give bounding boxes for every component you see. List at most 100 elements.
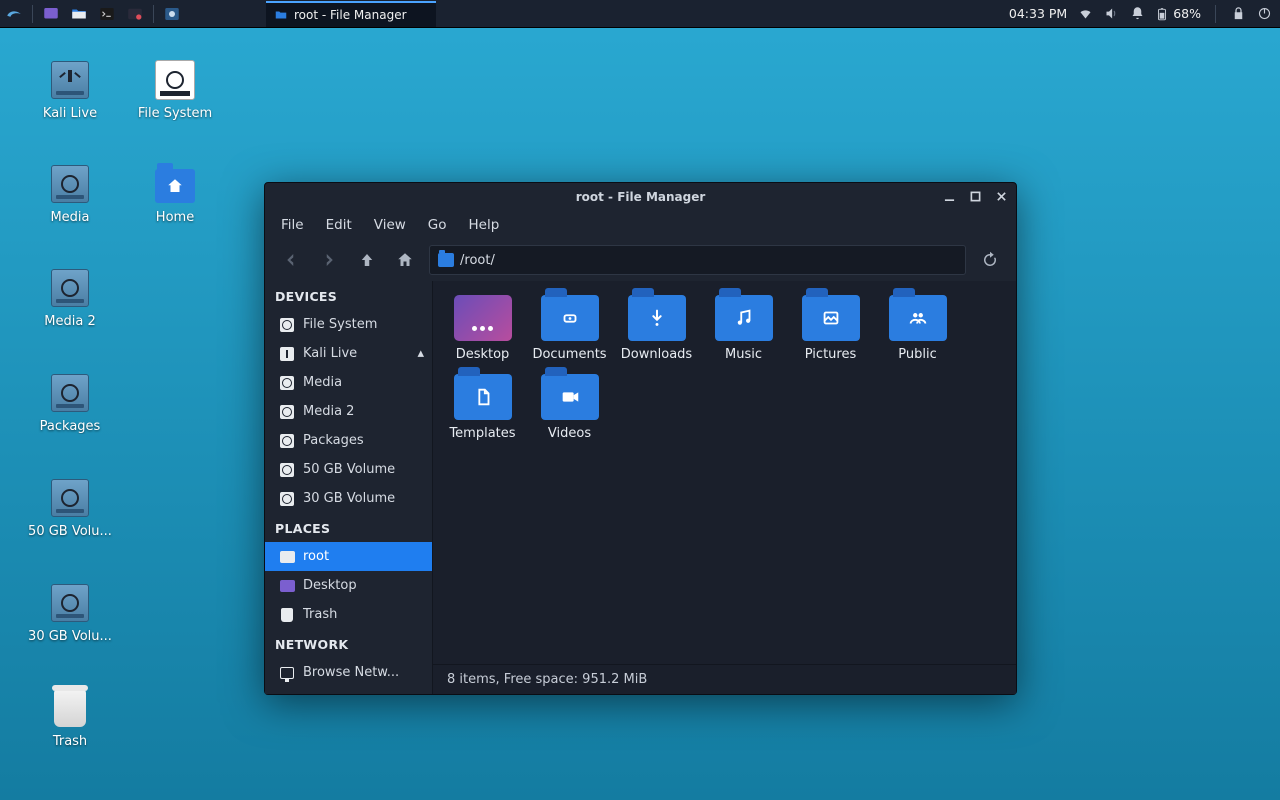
power-icon[interactable]	[1256, 6, 1272, 22]
launcher-files-icon[interactable]	[66, 1, 92, 27]
folder-label: Downloads	[613, 347, 700, 362]
desktop-icon-packages[interactable]: Packages	[20, 371, 120, 434]
fold-icon	[279, 549, 295, 565]
battery-indicator[interactable]: 68%	[1155, 6, 1201, 21]
folder-music[interactable]: Music	[700, 295, 787, 362]
folder-public[interactable]: Public	[874, 295, 961, 362]
folder-label: Public	[874, 347, 961, 362]
folder-label: Desktop	[439, 347, 526, 362]
sidebar-item-label: Kali Live	[303, 346, 357, 361]
sidebar-item-label: Browse Netw...	[303, 665, 399, 680]
sidebar-item-label: Media 2	[303, 404, 354, 419]
lock-icon[interactable]	[1230, 6, 1246, 22]
folder-downloads[interactable]: Downloads	[613, 295, 700, 362]
desktop-icon-50-gb-volu-[interactable]: 50 GB Volu...	[20, 476, 120, 539]
launcher-terminal-icon[interactable]	[94, 1, 120, 27]
folder-label: Templates	[439, 426, 526, 441]
desktop-icon-media-2[interactable]: Media 2	[20, 266, 120, 329]
desktop-icon-media[interactable]: Media	[20, 162, 120, 225]
desktop-icon-label: Packages	[20, 419, 120, 434]
home-icon	[153, 162, 197, 206]
sidebar-item-label: 50 GB Volume	[303, 462, 395, 477]
desktop-icon-kali-live[interactable]: Kali Live	[20, 58, 120, 121]
sidebar-heading: PLACES	[265, 513, 432, 542]
menu-file[interactable]: File	[281, 217, 304, 233]
menu-view[interactable]: View	[374, 217, 406, 233]
sidebar-item-root[interactable]: root	[265, 542, 432, 571]
status-bar: 8 items, Free space: 951.2 MiB	[433, 664, 1016, 694]
desktop-icon-trash[interactable]: Trash	[20, 686, 120, 749]
nav-home-button[interactable]	[391, 246, 419, 274]
launcher-kazam-icon[interactable]	[122, 1, 148, 27]
window-minimize-button[interactable]	[940, 187, 958, 205]
window-maximize-button[interactable]	[966, 187, 984, 205]
volume-icon[interactable]	[1103, 6, 1119, 22]
path-text: /root/	[460, 253, 495, 268]
folder-desktop[interactable]: Desktop	[439, 295, 526, 362]
folder-templates[interactable]: Templates	[439, 374, 526, 441]
sidebar-item-packages[interactable]: Packages	[265, 426, 432, 455]
folder-icon	[438, 253, 454, 267]
disc-icon	[279, 317, 295, 333]
folder-documents[interactable]: Documents	[526, 295, 613, 362]
separator	[153, 5, 154, 23]
eject-icon[interactable]: ▴	[417, 346, 424, 361]
menu-help[interactable]: Help	[469, 217, 500, 233]
separator	[32, 5, 33, 23]
notifications-icon[interactable]	[1129, 6, 1145, 22]
sidebar-item-file-system[interactable]: File System	[265, 310, 432, 339]
menubar: File Edit View Go Help	[265, 211, 1016, 239]
reload-button[interactable]	[976, 246, 1004, 274]
menu-kali-icon[interactable]	[1, 1, 27, 27]
drive-icon	[48, 371, 92, 415]
status-text: 8 items, Free space: 951.2 MiB	[447, 672, 647, 687]
usb-icon	[279, 346, 295, 362]
sidebar: DEVICESFile SystemKali Live▴MediaMedia 2…	[265, 281, 433, 694]
desktop[interactable]: Trash 30 GB Volu... 50 GB Volu... Packages M…	[0, 28, 1280, 800]
desktop-icon-label: Media 2	[20, 314, 120, 329]
nav-forward-button[interactable]	[315, 246, 343, 274]
nav-back-button[interactable]	[277, 246, 305, 274]
sidebar-item-browse-netw-[interactable]: Browse Netw...	[265, 658, 432, 687]
trash-icon	[48, 686, 92, 730]
folder-icon	[454, 295, 512, 341]
sidebar-item-trash[interactable]: Trash	[265, 600, 432, 629]
desktop-icon-30-gb-volu-[interactable]: 30 GB Volu...	[20, 581, 120, 644]
launcher-desktop-icon[interactable]	[38, 1, 64, 27]
sidebar-item-kali-live[interactable]: Kali Live ▴	[265, 339, 432, 368]
sidebar-item-50-gb-volume[interactable]: 50 GB Volume	[265, 455, 432, 484]
launcher-app-icon[interactable]	[159, 1, 185, 27]
sidebar-heading: NETWORK	[265, 629, 432, 658]
desktop-icon-label: File System	[125, 106, 225, 121]
nav-up-button[interactable]	[353, 246, 381, 274]
folder-videos[interactable]: Videos	[526, 374, 613, 441]
desktop-icon-home[interactable]: Home	[125, 162, 225, 225]
taskbar-entry-file-manager[interactable]: root - File Manager	[266, 1, 436, 27]
folder-grid[interactable]: DesktopDocumentsDownloadsMusicPicturesPu…	[433, 281, 1016, 664]
menu-edit[interactable]: Edit	[326, 217, 352, 233]
menu-go[interactable]: Go	[428, 217, 447, 233]
folder-label: Music	[700, 347, 787, 362]
sidebar-item-30-gb-volume[interactable]: 30 GB Volume	[265, 484, 432, 513]
path-bar[interactable]: /root/	[429, 245, 966, 275]
window-titlebar[interactable]: root - File Manager	[265, 183, 1016, 211]
sidebar-item-desktop[interactable]: Desktop	[265, 571, 432, 600]
disc-icon	[279, 491, 295, 507]
main-pane: DesktopDocumentsDownloadsMusicPicturesPu…	[433, 281, 1016, 694]
drive-icon	[48, 266, 92, 310]
folder-pictures[interactable]: Pictures	[787, 295, 874, 362]
drive-icon	[48, 581, 92, 625]
desktop-icon-file-system[interactable]: File System	[125, 58, 225, 121]
window-close-button[interactable]	[992, 187, 1010, 205]
wifi-icon[interactable]	[1077, 6, 1093, 22]
desktop-icon-label: Kali Live	[20, 106, 120, 121]
taskbar: root - File Manager 04:33 PM 68%	[0, 0, 1280, 28]
folder-icon	[628, 295, 686, 341]
folder-label: Pictures	[787, 347, 874, 362]
clock[interactable]: 04:33 PM	[1009, 6, 1067, 21]
disc-icon	[279, 433, 295, 449]
sidebar-item-media-2[interactable]: Media 2	[265, 397, 432, 426]
sidebar-item-label: Trash	[303, 607, 337, 622]
sidebar-item-label: Desktop	[303, 578, 357, 593]
sidebar-item-media[interactable]: Media	[265, 368, 432, 397]
